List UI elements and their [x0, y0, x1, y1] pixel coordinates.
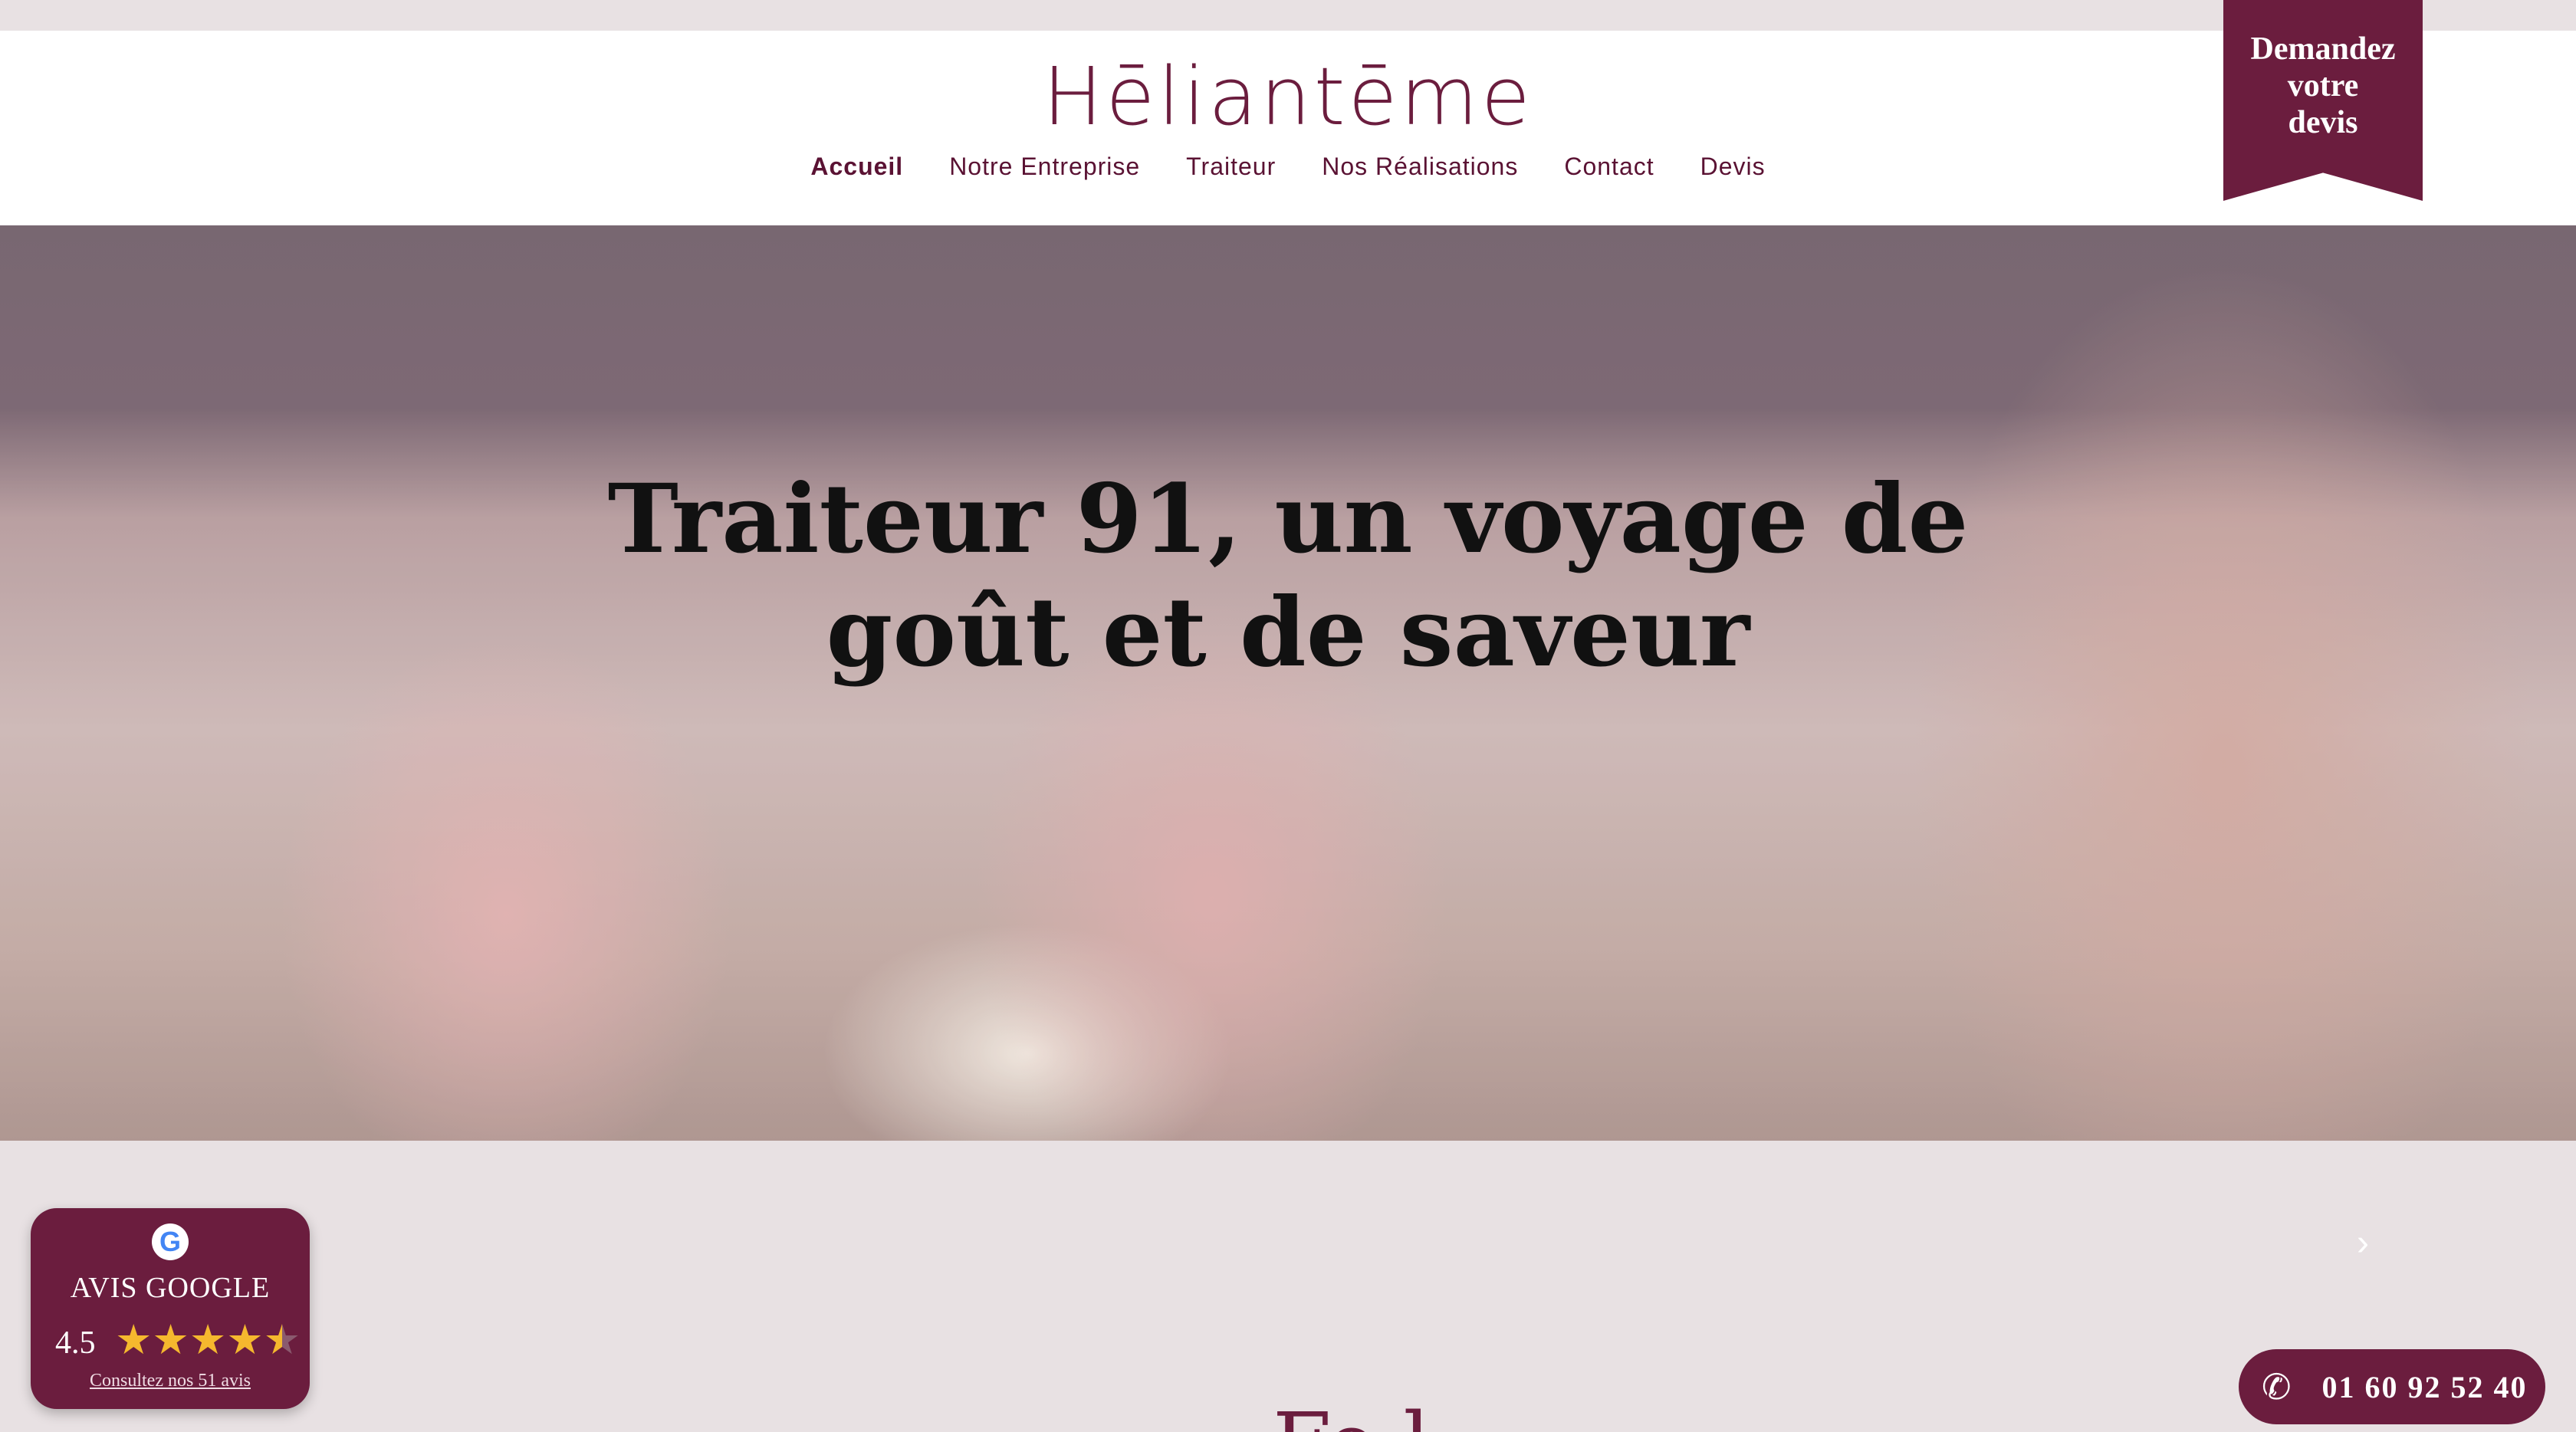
- phone-number: 01 60 92 52 40: [2321, 1369, 2528, 1404]
- nav-item-traiteur[interactable]: Traiteur: [1163, 152, 1299, 181]
- google-reviews-title: AVIS GOOGLE: [70, 1272, 271, 1304]
- star-icon: ★: [152, 1317, 189, 1363]
- star-rating: ★★★★★: [115, 1315, 301, 1364]
- chevron-right-icon[interactable]: ›: [2348, 1225, 2378, 1262]
- site-header: Hēliantēme Accueil Notre Entreprise Trai…: [0, 31, 2576, 225]
- google-rating-value: 4.5: [55, 1325, 96, 1361]
- star-icon: ★: [189, 1317, 227, 1363]
- nav-item-notre-entreprise[interactable]: Notre Entreprise: [926, 152, 1163, 181]
- section-heading-peek: Fe l: [1273, 1401, 1431, 1432]
- content-section: [0, 1141, 2576, 1432]
- google-reviews-widget: G AVIS GOOGLE 4.5 ★★★★★ Consultez nos 51…: [31, 1208, 310, 1409]
- devis-line-3: devis: [2288, 105, 2358, 140]
- half-star-icon: ★: [263, 1317, 301, 1363]
- top-strip: [0, 0, 2576, 31]
- hero-banner: Traiteur 91, un voyage de goût et de sav…: [0, 225, 2576, 1141]
- nav-item-contact[interactable]: Contact: [1541, 152, 1677, 181]
- star-icon: ★: [226, 1317, 264, 1363]
- nav-item-devis[interactable]: Devis: [1677, 152, 1789, 181]
- site-logo[interactable]: Hēliantēme: [0, 57, 2576, 136]
- devis-banner-button[interactable]: Demandez votre devis: [2223, 0, 2423, 201]
- devis-line-1: Demandez: [2250, 31, 2396, 67]
- google-reviews-link[interactable]: Consultez nos 51 avis: [31, 1371, 310, 1391]
- star-icon: ★: [115, 1317, 153, 1363]
- phone-button[interactable]: ✆ 01 60 92 52 40: [2239, 1349, 2545, 1424]
- google-icon: G: [152, 1223, 189, 1260]
- main-nav: Accueil Notre Entreprise Traiteur Nos Ré…: [0, 152, 2576, 181]
- nav-item-nos-realisations[interactable]: Nos Réalisations: [1299, 152, 1541, 181]
- phone-icon: ✆: [2262, 1367, 2292, 1407]
- hero-title: Traiteur 91, un voyage de goût et de sav…: [607, 464, 1969, 688]
- nav-item-accueil[interactable]: Accueil: [787, 152, 926, 181]
- devis-line-2: votre: [2287, 68, 2359, 103]
